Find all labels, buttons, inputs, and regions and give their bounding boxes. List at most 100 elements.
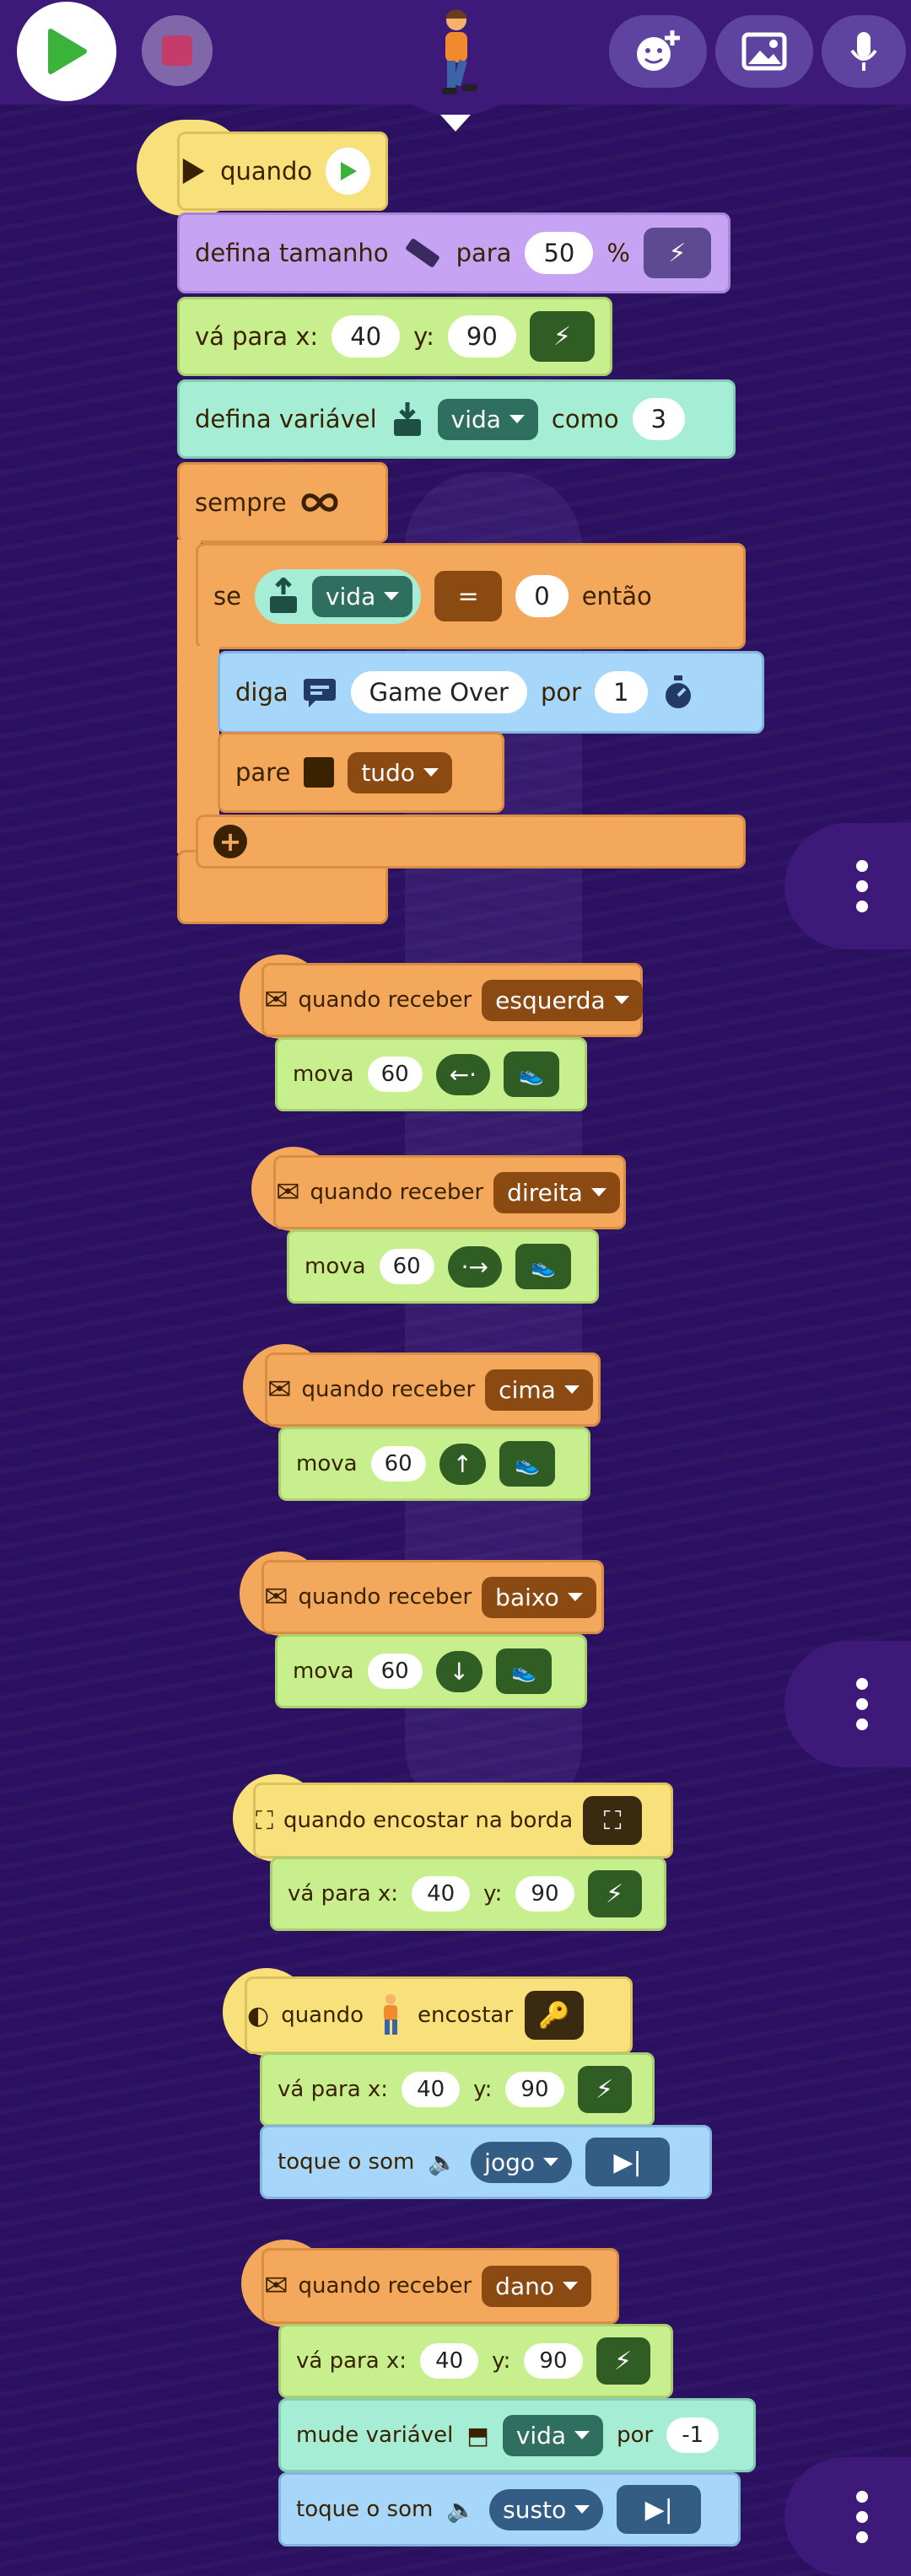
say-block[interactable]: diga Game Over por 1 [218, 651, 764, 734]
x-input[interactable]: 40 [332, 315, 401, 358]
play-sound-block[interactable]: toque o som 🔈 jogo ▶| [260, 2125, 712, 2199]
dropdown-value: tudo [361, 758, 415, 787]
speed-button[interactable]: ⚡ [529, 311, 595, 362]
speed-button[interactable]: ⚡ [577, 2066, 632, 2113]
dropdown-value: cima [499, 1375, 556, 1404]
microphone-button[interactable] [822, 15, 906, 88]
move-block[interactable]: mova 60 ·→ 👟 [287, 1229, 599, 1304]
when-receive-block[interactable]: ✉ quando receber direita [273, 1155, 626, 1229]
play-sound-button[interactable]: ▶| [617, 2485, 702, 2534]
x-input[interactable]: 40 [412, 1876, 471, 1912]
variable-dropdown[interactable]: vida [311, 575, 413, 617]
y-input[interactable]: 90 [505, 2072, 564, 2107]
goto-xy-block[interactable]: vá para x: 40 y: 90 ⚡ [270, 1857, 666, 1931]
change-variable-block[interactable]: mude variável ⬒ vida por -1 [278, 2398, 756, 2472]
goto-xy-block[interactable]: vá para x: 40 y: 90 ⚡ [260, 2052, 655, 2127]
speed-button[interactable]: ⚡ [587, 1870, 642, 1917]
flag-button[interactable] [326, 148, 370, 195]
add-block-button[interactable]: + [213, 825, 247, 858]
direction-dropdown[interactable]: ·→ [447, 1245, 503, 1288]
dropdown-value: baixo [495, 1583, 559, 1611]
block-label: por [540, 678, 582, 707]
skip-next-icon: ▶| [644, 2494, 673, 2525]
message-dropdown[interactable]: cima [485, 1369, 593, 1411]
block-label: mova [296, 1451, 358, 1476]
sprite-select-button[interactable]: 🔑 [525, 1991, 585, 2040]
edge-button[interactable]: ⛶ [583, 1796, 643, 1845]
speed-button[interactable]: 👟 [496, 1648, 553, 1694]
value-input[interactable]: 3 [632, 398, 686, 440]
steps-input[interactable]: 60 [367, 1654, 423, 1689]
seconds-input[interactable]: 1 [595, 671, 648, 713]
goto-xy-block[interactable]: vá para x: 40 y: 90 ⚡ [177, 297, 612, 376]
steps-input[interactable]: 60 [370, 1446, 426, 1482]
block-label: então [581, 582, 652, 610]
speaker-icon: 🔈 [428, 2148, 458, 2176]
side-menu-handle[interactable] [784, 823, 911, 949]
when-receive-block[interactable]: ✉ quando receber esquerda [261, 963, 643, 1037]
variable-reporter[interactable]: vida [254, 568, 422, 624]
move-block[interactable]: mova 60 ↓ 👟 [275, 1634, 587, 1708]
message-input[interactable]: Game Over [350, 671, 527, 713]
direction-dropdown[interactable]: ↓ [435, 1650, 483, 1692]
when-receive-block[interactable]: ✉ quando receber baixo [261, 1560, 604, 1634]
message-dropdown[interactable]: esquerda [482, 979, 643, 1021]
speed-button[interactable]: ⚡ [596, 2337, 650, 2385]
delta-input[interactable]: -1 [666, 2417, 720, 2453]
side-menu-handle[interactable] [784, 2457, 911, 2576]
stop-block[interactable]: pare tudo [218, 732, 504, 813]
side-menu-handle[interactable] [784, 1641, 911, 1767]
goto-xy-block[interactable]: vá para x: 40 y: 90 ⚡ [278, 2324, 673, 2398]
stop-button[interactable] [142, 15, 213, 86]
lightning-icon: ⚡ [668, 238, 687, 268]
compare-input[interactable]: 0 [515, 575, 569, 617]
if-block[interactable]: se vida = 0 então [196, 543, 746, 649]
speed-button[interactable]: ⚡ [643, 228, 711, 278]
speed-button[interactable]: 👟 [515, 1244, 572, 1289]
y-input[interactable]: 90 [524, 2343, 583, 2379]
play-sound-button[interactable]: ▶| [585, 2138, 670, 2186]
size-input[interactable]: 50 [525, 232, 594, 274]
sound-dropdown[interactable]: susto [489, 2488, 604, 2530]
variable-dropdown[interactable]: vida [437, 398, 538, 440]
move-block[interactable]: mova 60 ←· 👟 [275, 1037, 587, 1111]
y-input[interactable]: 90 [447, 315, 516, 358]
set-size-block[interactable]: defina tamanho para 50 % ⚡ [177, 212, 730, 293]
y-input[interactable]: 90 [515, 1876, 574, 1912]
variable-dropdown[interactable]: vida [502, 2414, 604, 2456]
sound-dropdown[interactable]: jogo [471, 2141, 572, 2183]
x-input[interactable]: 40 [402, 2072, 461, 2107]
message-dropdown[interactable]: baixo [482, 1576, 596, 1618]
play-sound-block[interactable]: toque o som 🔈 susto ▶| [278, 2472, 741, 2546]
set-variable-block[interactable]: defina variável vida como 3 [177, 379, 736, 459]
variable-out-icon [269, 578, 297, 613]
play-icon [182, 158, 205, 185]
move-block[interactable]: mova 60 ↑ 👟 [278, 1427, 590, 1501]
steps-input[interactable]: 60 [379, 1249, 434, 1284]
when-touch-edge-block[interactable]: ⛶ quando encostar na borda ⛶ [253, 1783, 673, 1858]
when-receive-block[interactable]: ✉ quando receber cima [265, 1353, 601, 1427]
x-input[interactable]: 40 [420, 2343, 479, 2379]
green-flag-button[interactable] [17, 2, 116, 101]
when-flag-clicked-block[interactable]: quando [177, 132, 388, 211]
speed-button[interactable]: 👟 [499, 1441, 556, 1487]
message-dropdown[interactable]: dano [482, 2265, 591, 2307]
forever-block[interactable]: sempre [177, 462, 388, 543]
collapse-arrow[interactable] [440, 115, 471, 132]
direction-dropdown[interactable]: ←· [435, 1053, 491, 1095]
direction-dropdown[interactable]: ↑ [439, 1443, 487, 1485]
background-button[interactable] [715, 15, 813, 88]
block-label: y: [483, 1881, 503, 1906]
block-label: mova [293, 1659, 354, 1684]
envelope-icon: ✉ [276, 1175, 300, 1209]
block-label: para [456, 239, 512, 267]
equals-operator[interactable]: = [434, 571, 503, 621]
steps-input[interactable]: 60 [367, 1057, 423, 1092]
stop-option-dropdown[interactable]: tudo [348, 751, 452, 793]
when-receive-block[interactable]: ✉ quando receber dano [261, 2248, 619, 2324]
message-dropdown[interactable]: direita [493, 1171, 620, 1213]
block-label: vá para x: [278, 2077, 389, 2102]
speed-button[interactable]: 👟 [504, 1051, 560, 1097]
when-touching-block[interactable]: ◐ quando encostar 🔑 [245, 1976, 633, 2054]
add-sprite-button[interactable] [609, 15, 707, 88]
